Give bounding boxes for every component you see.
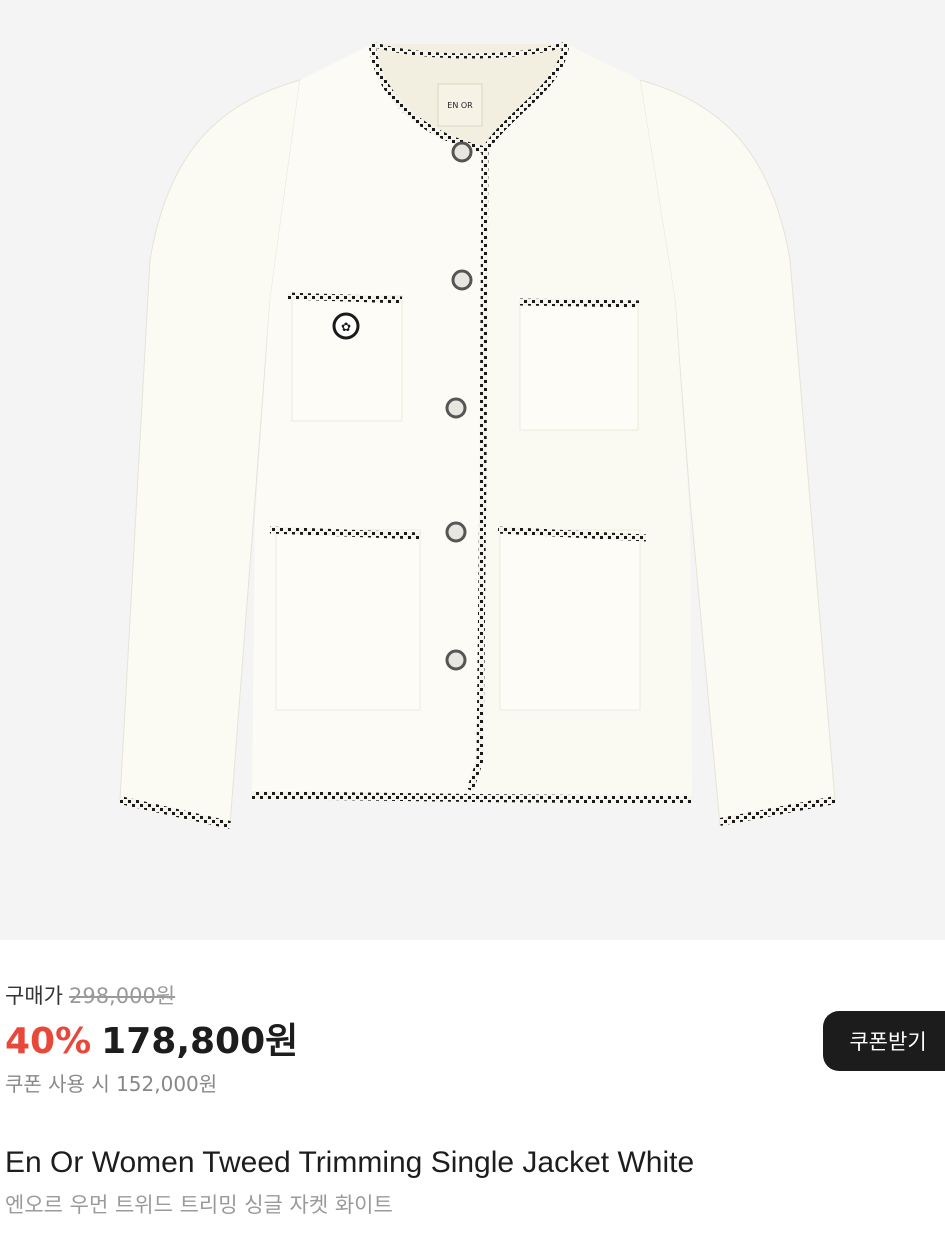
coupon-button[interactable]: 쿠폰받기 — [823, 1011, 945, 1071]
sale-price-row: 40% 178,800원 — [5, 1020, 298, 1064]
sale-price: 178,800원 — [101, 1021, 299, 1062]
discount-rate: 40% — [5, 1021, 92, 1062]
product-image[interactable]: EN OR ✿ — [0, 0, 945, 940]
product-name-ko: 엔오르 우먼 트위드 트리밍 싱글 자켓 화이트 — [5, 1193, 393, 1217]
price-label: 구매가 — [5, 984, 63, 1008]
price-label-row: 구매가 298,000원 — [5, 982, 175, 1010]
product-name-en: En Or Women Tweed Trimming Single Jacket… — [5, 1146, 695, 1179]
svg-text:✿: ✿ — [341, 320, 351, 334]
tweed-jacket-image: EN OR ✿ — [119, 41, 836, 829]
svg-text:EN OR: EN OR — [447, 101, 473, 110]
original-price: 298,000원 — [68, 984, 176, 1008]
product-info: 구매가 298,000원 40% 178,800원 쿠폰 사용 시 152,000원… — [0, 940, 945, 1260]
coupon-price: 쿠폰 사용 시 152,000원 — [5, 1072, 218, 1096]
